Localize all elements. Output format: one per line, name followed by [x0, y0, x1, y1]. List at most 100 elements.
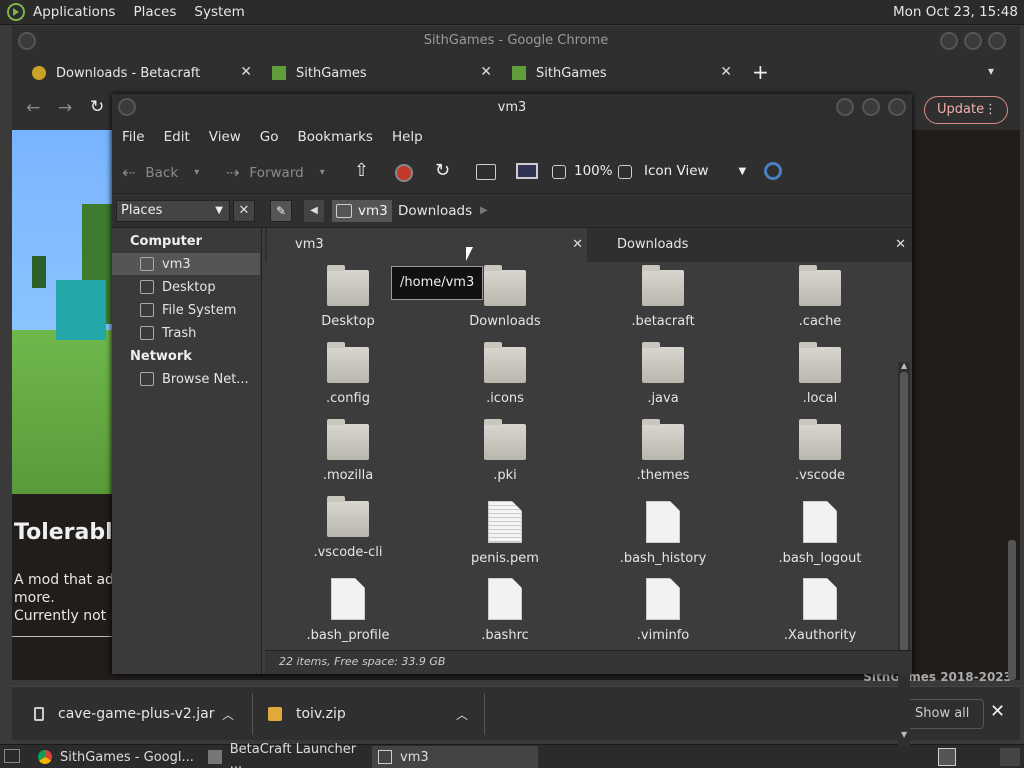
file-item-dot-vscode[interactable]: .vscode: [755, 419, 885, 483]
chevron-down-icon[interactable]: ▾: [320, 167, 325, 178]
task-file-manager[interactable]: vm3: [372, 746, 538, 768]
menu-file[interactable]: File: [122, 129, 145, 145]
menu-edit[interactable]: Edit: [164, 129, 190, 145]
breadcrumb-vm3[interactable]: vm3: [332, 200, 392, 222]
scroll-thumb[interactable]: [900, 372, 908, 662]
zoom-in-icon[interactable]: [618, 165, 632, 179]
sidebar-type-select[interactable]: Places ▼: [116, 200, 230, 222]
reload-icon[interactable]: ↻: [435, 160, 450, 181]
tab-sithgames-2[interactable]: SithGames ✕: [506, 58, 742, 88]
sidebar-item-vm3[interactable]: vm3: [112, 253, 260, 275]
applications-menu[interactable]: Applications: [33, 4, 115, 20]
menu-bookmarks[interactable]: Bookmarks: [298, 129, 373, 145]
workspace-switcher[interactable]: [938, 748, 956, 766]
folder-icon: [327, 342, 369, 383]
back-arrow-icon[interactable]: ←: [26, 98, 40, 118]
tab-search-chevron-icon[interactable]: ▾: [988, 64, 994, 78]
file-item-dot-viminfo[interactable]: .viminfo: [598, 578, 728, 643]
file-item-dot-vscode-cli[interactable]: .vscode-cli: [283, 496, 413, 560]
close-sidebar-icon[interactable]: ✕: [233, 200, 255, 222]
tab-close-icon[interactable]: ✕: [480, 64, 492, 80]
file-item-dot-config[interactable]: .config: [283, 342, 413, 406]
tab-vm3[interactable]: vm3 ✕: [267, 228, 587, 262]
forward-button[interactable]: ⇢ Forward ▾: [226, 163, 325, 182]
sidebar-item-browse-network[interactable]: Browse Net...: [112, 368, 260, 390]
chevron-up-icon[interactable]: ︿: [456, 706, 468, 723]
file-item-dot-xauthority[interactable]: .Xauthority: [755, 578, 885, 643]
close-shelf-icon[interactable]: ✕: [990, 701, 1005, 722]
minimize-icon[interactable]: [836, 98, 854, 116]
chevron-up-icon[interactable]: ︿: [222, 706, 234, 723]
folder-icon: [799, 419, 841, 460]
kebab-menu-icon[interactable]: ⋮: [984, 97, 997, 123]
task-chrome[interactable]: SithGames - Googl...: [32, 746, 200, 768]
breadcrumb-right-arrow-icon[interactable]: ▶: [480, 200, 488, 222]
menu-go[interactable]: Go: [260, 129, 279, 145]
breadcrumb-downloads[interactable]: Downloads: [398, 200, 472, 222]
update-button[interactable]: Update ⋮: [924, 96, 1008, 124]
back-button[interactable]: ⇠ Back ▾: [122, 163, 199, 182]
file-item-dot-bash-history[interactable]: .bash_history: [598, 501, 728, 566]
file-item-dot-icons[interactable]: .icons: [440, 342, 570, 406]
new-tab-button[interactable]: +: [752, 60, 769, 84]
edit-location-icon[interactable]: ✎: [270, 200, 292, 222]
file-item-dot-themes[interactable]: .themes: [598, 419, 728, 483]
file-item-dot-betacraft[interactable]: .betacraft: [598, 265, 728, 329]
file-item-dot-bashrc[interactable]: .bashrc: [440, 578, 570, 643]
tab-close-icon[interactable]: ✕: [895, 228, 906, 262]
maximize-icon[interactable]: [862, 98, 880, 116]
task-betacraft[interactable]: BetaCraft Launcher ...: [202, 742, 370, 768]
download-item-jar[interactable]: cave-game-plus-v2.jar ︿: [34, 687, 234, 741]
forward-arrow-icon[interactable]: →: [58, 98, 72, 118]
show-all-button[interactable]: Show all: [900, 699, 985, 729]
file-item-dot-mozilla[interactable]: .mozilla: [283, 419, 413, 483]
home-icon[interactable]: [476, 164, 496, 180]
close-icon[interactable]: [888, 98, 906, 116]
close-icon[interactable]: [988, 32, 1006, 50]
folder-icon: [799, 342, 841, 383]
window-menu-icon[interactable]: [118, 98, 136, 116]
show-desktop-icon[interactable]: [4, 749, 20, 763]
file-item-dot-local[interactable]: .local: [755, 342, 885, 406]
tab-close-icon[interactable]: ✕: [572, 228, 583, 262]
tab-close-icon[interactable]: ✕: [240, 64, 252, 80]
download-item-zip[interactable]: toiv.zip ︿: [268, 687, 468, 741]
trash-applet-icon[interactable]: [1000, 748, 1020, 766]
sidebar-item-desktop[interactable]: Desktop: [112, 276, 260, 298]
maximize-icon[interactable]: [964, 32, 982, 50]
file-item-dot-pki[interactable]: .pki: [440, 419, 570, 483]
menu-help[interactable]: Help: [392, 129, 423, 145]
file-item-penis-pem[interactable]: penis.pem: [440, 501, 570, 566]
file-item-dot-bash-profile[interactable]: .bash_profile: [283, 578, 413, 643]
reload-icon[interactable]: ↻: [90, 97, 104, 117]
search-icon[interactable]: [764, 162, 782, 180]
menu-view[interactable]: View: [209, 129, 241, 145]
view-mode-select[interactable]: Icon View ▼: [644, 163, 746, 179]
scroll-down-icon[interactable]: ▼: [901, 730, 907, 739]
tab-close-icon[interactable]: ✕: [720, 64, 732, 80]
chevron-down-icon[interactable]: ▾: [194, 167, 199, 178]
minimize-icon[interactable]: [940, 32, 958, 50]
breadcrumb-left-arrow-icon[interactable]: ◀: [304, 200, 324, 222]
icon-view-scrollbar[interactable]: ▲ ▼: [898, 361, 910, 746]
file-item-dot-java[interactable]: .java: [598, 342, 728, 406]
scroll-up-icon[interactable]: ▲: [901, 361, 907, 370]
system-menu[interactable]: System: [194, 4, 244, 20]
up-arrow-icon[interactable]: ⇧: [354, 160, 369, 181]
zoom-level[interactable]: 100%: [574, 163, 613, 179]
sidebar-item-trash[interactable]: Trash: [112, 322, 260, 344]
window-menu-icon[interactable]: [18, 32, 36, 50]
mate-logo-icon[interactable]: [7, 3, 25, 21]
tab-sithgames-1[interactable]: SithGames ✕: [266, 58, 502, 88]
places-menu[interactable]: Places: [133, 4, 176, 20]
sidebar-item-file-system[interactable]: File System: [112, 299, 260, 321]
stop-icon[interactable]: [395, 164, 413, 182]
file-item-dot-cache[interactable]: .cache: [755, 265, 885, 329]
tab-downloads[interactable]: Downloads ✕: [589, 228, 910, 262]
tab-downloads-betacraft[interactable]: Downloads - Betacraft ✕: [26, 58, 262, 88]
zoom-out-icon[interactable]: [552, 165, 566, 179]
computer-icon[interactable]: [516, 163, 538, 179]
page-scrollbar[interactable]: [1008, 540, 1016, 680]
file-item-dot-bash-logout[interactable]: .bash_logout: [755, 501, 885, 566]
clock[interactable]: Mon Oct 23, 15:48: [893, 4, 1018, 20]
